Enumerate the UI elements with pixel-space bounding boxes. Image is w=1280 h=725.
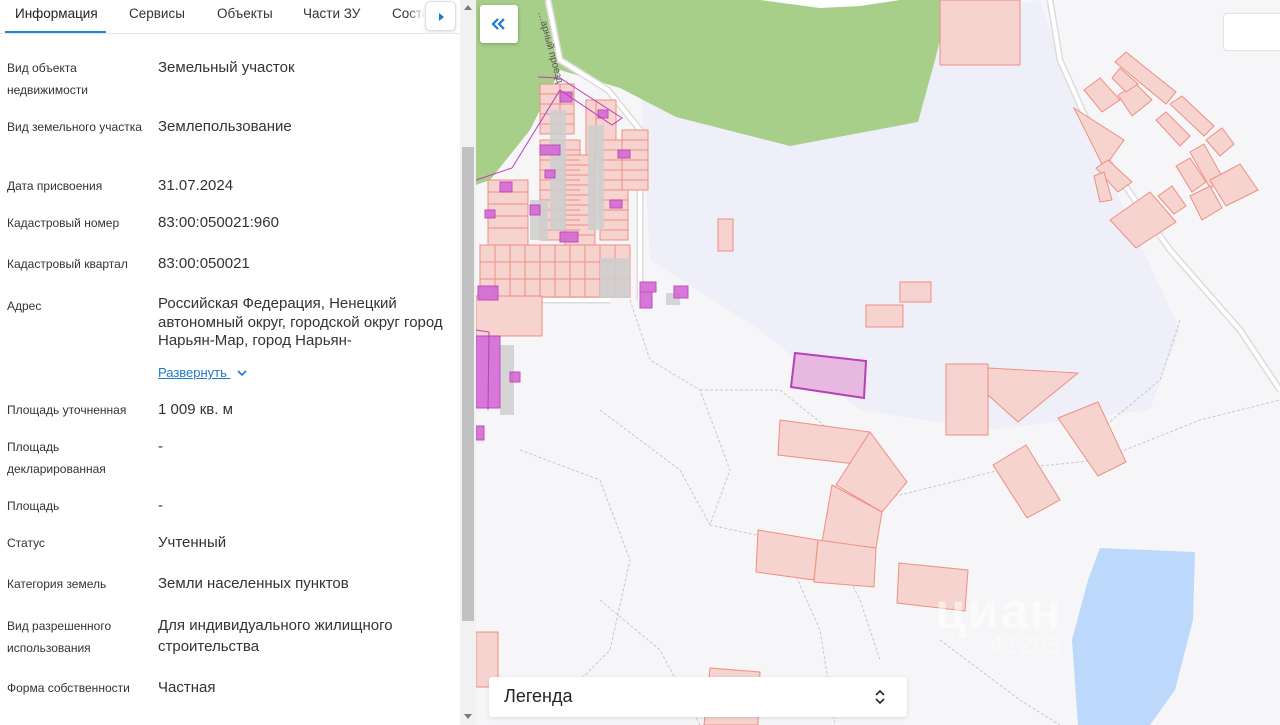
tab-services[interactable]: Сервисы bbox=[129, 6, 185, 21]
tabs-scroll-right-button[interactable] bbox=[425, 1, 456, 31]
scroll-down-arrow[interactable] bbox=[464, 714, 472, 719]
info-value: Земельный участок bbox=[158, 59, 295, 76]
info-value: 83:00:050021 bbox=[158, 255, 250, 272]
info-value: - bbox=[158, 438, 163, 455]
tab-parcel-parts[interactable]: Части ЗУ bbox=[303, 6, 360, 21]
info-label: Кадастровый квартал bbox=[7, 257, 128, 271]
info-label: Площадь декларированная bbox=[7, 440, 106, 476]
expand-collapse-icon bbox=[875, 689, 885, 705]
info-value: Для индивидуального жилищного строительс… bbox=[158, 617, 393, 655]
scroll-up-arrow[interactable] bbox=[464, 5, 472, 10]
info-label: Площадь уточненная bbox=[7, 403, 127, 417]
cadastral-map[interactable]: …арный проезд циан …41255 bbox=[476, 0, 1280, 725]
info-label: Кадастровый номер bbox=[7, 216, 120, 230]
info-value: 1 009 кв. м bbox=[158, 401, 233, 418]
double-chevron-left-icon bbox=[491, 18, 505, 30]
collapse-panel-button[interactable] bbox=[480, 5, 518, 43]
watermark-phone: …41255 bbox=[965, 632, 1062, 659]
chevron-down-icon bbox=[236, 370, 247, 377]
info-value: Учтенный bbox=[158, 534, 227, 551]
expand-address-link[interactable]: Развернуть bbox=[158, 365, 247, 380]
address-value: Российская Федерация, Ненецкий автономны… bbox=[158, 295, 443, 349]
info-label: Статус bbox=[7, 536, 45, 550]
info-value: Частная bbox=[158, 679, 216, 696]
info-value: - bbox=[158, 497, 163, 514]
water-body bbox=[1072, 548, 1195, 725]
info-value: Землепользование bbox=[158, 118, 292, 135]
scrollbar-thumb[interactable] bbox=[462, 147, 474, 621]
caret-right-icon bbox=[439, 13, 444, 21]
expand-label: Развернуть bbox=[158, 365, 227, 380]
tab-fade bbox=[407, 0, 425, 33]
selected-parcel bbox=[789, 351, 868, 400]
info-label: Дата присвоения bbox=[7, 179, 103, 193]
legend-title: Легенда bbox=[504, 686, 573, 706]
tab-objects[interactable]: Объекты bbox=[217, 6, 273, 21]
info-panel: Информация Сервисы Объекты Части ЗУ Сост… bbox=[0, 0, 476, 725]
map-canvas[interactable]: …арный проезд bbox=[476, 0, 1280, 725]
info-value: Земли населенных пунктов bbox=[158, 575, 349, 592]
info-label: Адрес bbox=[7, 299, 42, 313]
info-label: Вид разрешенного использования bbox=[7, 619, 112, 655]
legend-panel[interactable]: Легенда bbox=[489, 677, 907, 717]
map-search-box[interactable] bbox=[1223, 13, 1280, 51]
info-value: 83:00:050021:960 bbox=[158, 214, 279, 231]
tab-bar: Информация Сервисы Объекты Части ЗУ Сост… bbox=[0, 0, 460, 34]
tab-information[interactable]: Информация bbox=[15, 6, 98, 21]
info-label: Форма собственности bbox=[7, 681, 130, 695]
info-label: Вид земельного участка bbox=[7, 120, 142, 134]
info-label: Вид объекта недвижимости bbox=[7, 61, 88, 97]
info-value: 31.07.2024 bbox=[158, 177, 234, 194]
info-label: Категория земель bbox=[7, 577, 107, 591]
active-tab-indicator bbox=[5, 31, 106, 33]
info-label: Площадь bbox=[7, 499, 60, 513]
